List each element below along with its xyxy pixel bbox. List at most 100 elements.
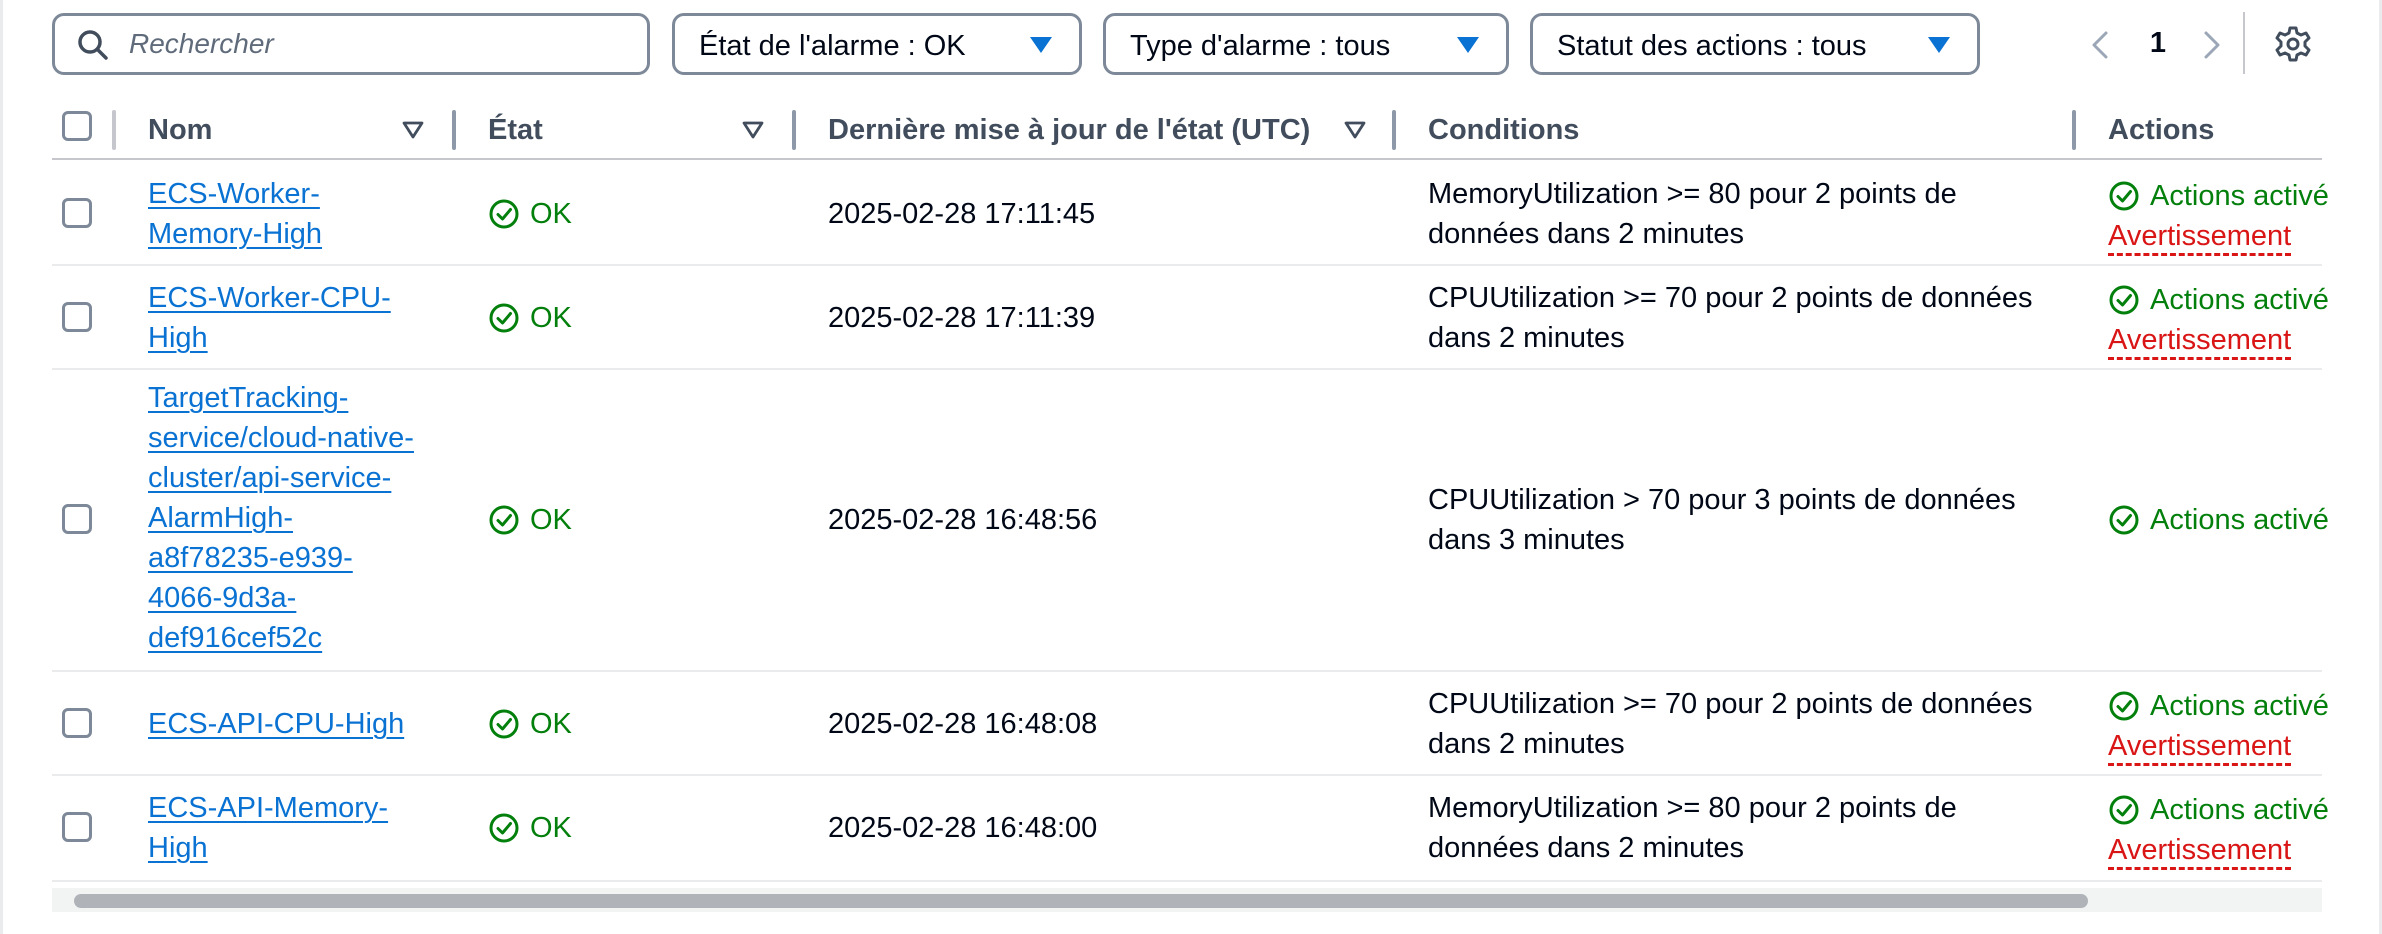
actions-enabled-text: Actions activé	[2150, 180, 2329, 212]
sort-icon[interactable]	[742, 120, 764, 140]
actions-enabled: Actions activé	[2108, 500, 2329, 540]
table-row: ECS-Worker- Memory-High OK 2025-02-28 17…	[52, 162, 2329, 266]
condition-line: données dans 2 minutes	[1428, 218, 1744, 250]
alarm-type-filter-label: Type d'alarme : tous	[1130, 30, 1391, 62]
actions-enabled: Actions activé	[2108, 280, 2329, 320]
alarm-name-link[interactable]: ECS-API-CPU-High	[148, 704, 404, 744]
alarm-name-link[interactable]: ECS-Worker-CPU- High	[148, 278, 391, 358]
column-resizer[interactable]	[452, 110, 456, 150]
status-text: OK	[530, 198, 572, 230]
status-text: OK	[530, 504, 572, 536]
status-ok: OK	[488, 704, 572, 744]
column-header-state[interactable]: État	[488, 114, 543, 147]
status-text: OK	[530, 812, 572, 844]
column-header-name[interactable]: Nom	[148, 114, 212, 147]
alarm-name-line: 4066-9d3a-	[148, 582, 297, 614]
row-checkbox[interactable]	[62, 302, 92, 332]
sort-icon[interactable]	[402, 120, 424, 140]
condition-text: CPUUtilization >= 70 pour 2 points de do…	[1428, 684, 2033, 764]
status-ok: OK	[488, 194, 572, 234]
check-circle-icon	[489, 303, 519, 333]
row-checkbox[interactable]	[62, 198, 92, 228]
alarm-name-line: ECS-Worker-	[148, 178, 320, 210]
last-updated: 2025-02-28 17:11:45	[828, 198, 1096, 230]
check-circle-icon	[489, 199, 519, 229]
condition-line: données dans 2 minutes	[1428, 832, 1744, 864]
current-page[interactable]: 1	[2142, 27, 2174, 60]
alarm-name-line: def916cef52c	[148, 622, 323, 654]
condition-text: MemoryUtilization >= 80 pour 2 points de…	[1428, 788, 1957, 868]
column-header-updated[interactable]: Dernière mise à jour de l'état (UTC)	[828, 114, 1310, 147]
caret-down-icon	[1928, 37, 1950, 53]
check-circle-icon	[2109, 795, 2139, 825]
status-ok: OK	[488, 298, 572, 338]
chevron-left-icon[interactable]	[2090, 31, 2110, 59]
column-resizer[interactable]	[792, 110, 796, 150]
sort-icon[interactable]	[1344, 120, 1366, 140]
actions-cell: Actions activé	[2108, 500, 2329, 540]
alarm-name-line: TargetTracking-	[148, 382, 349, 414]
alarm-name-line: ECS-API-CPU-High	[148, 708, 405, 740]
alarm-name-link[interactable]: ECS-Worker- Memory-High	[148, 174, 322, 254]
last-updated: 2025-02-28 17:11:39	[828, 302, 1096, 334]
condition-line: CPUUtilization >= 70 pour 2 points de do…	[1428, 282, 2033, 314]
actions-enabled-text: Actions activé	[2150, 794, 2329, 826]
warning-popover-trigger[interactable]: Avertissement	[2108, 833, 2292, 870]
check-circle-icon	[2109, 285, 2139, 315]
actions-enabled: Actions activé	[2108, 686, 2329, 726]
actions-enabled-text: Actions activé	[2150, 690, 2329, 722]
row-checkbox[interactable]	[62, 812, 92, 842]
alarm-name-line: High	[148, 832, 208, 864]
actions-enabled-text: Actions activé	[2150, 504, 2329, 536]
status-ok: OK	[488, 808, 572, 848]
chevron-right-icon[interactable]	[2202, 31, 2222, 59]
column-header-actions: Actions	[2108, 114, 2215, 146]
table-row: TargetTracking- service/cloud-native- cl…	[52, 370, 2329, 672]
warning-popover-trigger[interactable]: Avertissement	[2108, 219, 2292, 256]
check-circle-icon	[489, 813, 519, 843]
condition-line: MemoryUtilization >= 80 pour 2 points de	[1428, 792, 1957, 824]
search-box[interactable]	[52, 13, 650, 75]
check-circle-icon	[2109, 181, 2139, 211]
condition-text: CPUUtilization >= 70 pour 2 points de do…	[1428, 278, 2033, 358]
alarm-name-line: ECS-Worker-CPU-	[148, 282, 391, 314]
condition-line: dans 3 minutes	[1428, 524, 1625, 556]
table-row: ECS-API-CPU-High OK 2025-02-28 16:48:08 …	[52, 672, 2329, 776]
last-updated: 2025-02-28 16:48:08	[828, 708, 1098, 740]
warning-popover-trigger[interactable]: Avertissement	[2108, 729, 2292, 766]
actions-cell: Actions activé Avertissement	[2108, 176, 2329, 256]
row-checkbox[interactable]	[62, 708, 92, 738]
alarm-state-filter-label: État de l'alarme : OK	[699, 30, 966, 62]
alarm-name-link[interactable]: TargetTracking- service/cloud-native- cl…	[148, 378, 414, 658]
column-resizer[interactable]	[2072, 110, 2076, 150]
row-checkbox[interactable]	[62, 504, 92, 534]
alarm-state-filter[interactable]: État de l'alarme : OK	[672, 13, 1082, 75]
check-circle-icon	[2109, 691, 2139, 721]
status-ok: OK	[488, 500, 572, 540]
condition-line: dans 2 minutes	[1428, 728, 1625, 760]
condition-line: MemoryUtilization >= 80 pour 2 points de	[1428, 178, 1957, 210]
table-header: Nom État Dernière mise à jour de l'état …	[52, 100, 2322, 160]
actions-enabled: Actions activé	[2108, 176, 2329, 216]
alarm-name-line: AlarmHigh-	[148, 502, 294, 534]
alarm-name-line: ECS-API-Memory-	[148, 792, 389, 824]
select-all-checkbox[interactable]	[62, 111, 92, 141]
column-resizer[interactable]	[1392, 110, 1396, 150]
horizontal-scrollbar-thumb[interactable]	[74, 894, 2088, 908]
actions-enabled: Actions activé	[2108, 790, 2329, 830]
condition-text: CPUUtilization > 70 pour 3 points de don…	[1428, 480, 2016, 560]
warning-popover-trigger[interactable]: Avertissement	[2108, 323, 2292, 360]
condition-line: dans 2 minutes	[1428, 322, 1625, 354]
actions-status-filter[interactable]: Statut des actions : tous	[1530, 13, 1980, 75]
alarm-name-link[interactable]: ECS-API-Memory- High	[148, 788, 388, 868]
column-header-conditions: Conditions	[1428, 114, 1580, 146]
table-row: ECS-API-Memory- High OK 2025-02-28 16:48…	[52, 776, 2329, 882]
alarm-type-filter[interactable]: Type d'alarme : tous	[1103, 13, 1509, 75]
check-circle-icon	[2109, 505, 2139, 535]
search-input[interactable]	[129, 22, 629, 66]
actions-cell: Actions activé Avertissement	[2108, 686, 2329, 766]
alarm-name-line: a8f78235-e939-	[148, 542, 353, 574]
gear-icon[interactable]	[2275, 26, 2311, 62]
condition-line: CPUUtilization >= 70 pour 2 points de do…	[1428, 688, 2033, 720]
alarm-name-line: Memory-High	[148, 218, 323, 250]
